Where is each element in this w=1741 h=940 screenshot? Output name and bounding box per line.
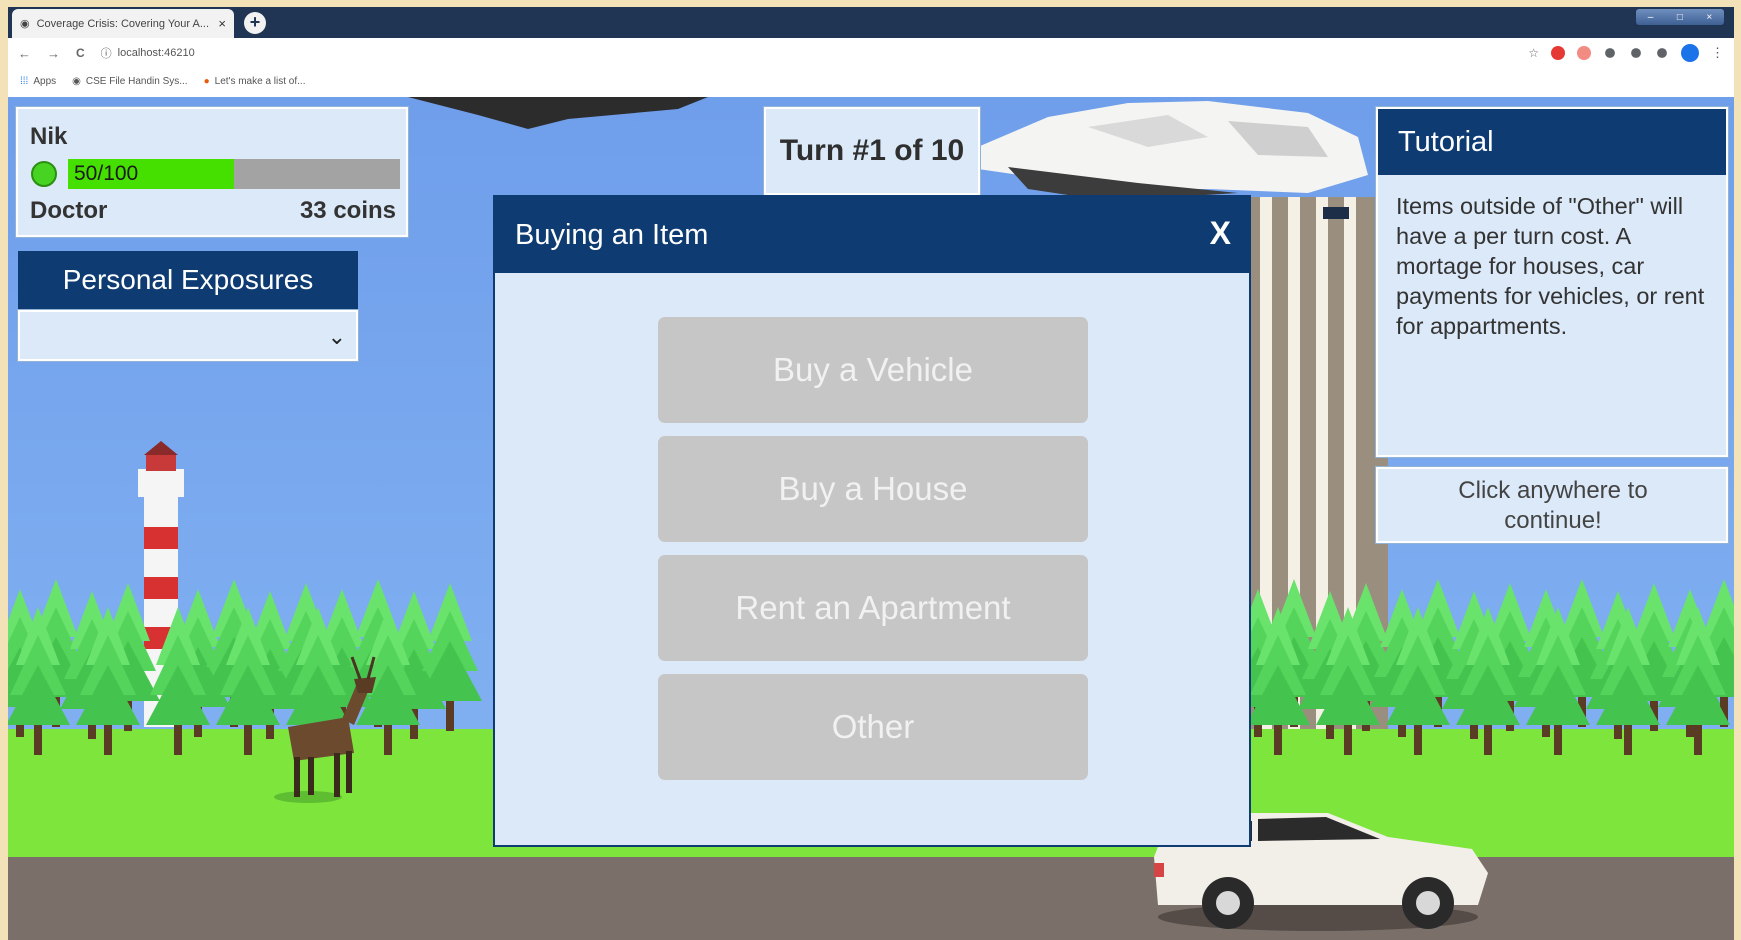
info-icon: ⓘ <box>100 48 112 60</box>
bookmark-label: Let's make a list of... <box>214 75 306 87</box>
window-close-button[interactable]: × <box>1706 12 1712 23</box>
browser-window: ◉ Coverage Crisis: Covering Your A... × … <box>8 7 1734 97</box>
address-bar[interactable]: ⓘ localhost:46210 <box>101 45 195 61</box>
rent-apartment-button[interactable]: Rent an Apartment <box>658 555 1088 661</box>
game-viewport[interactable]: Nik 50/100 Doctor 33 coins Personal Expo… <box>8 97 1734 940</box>
back-button[interactable]: ← <box>18 46 31 61</box>
bookmark-favicon-icon: ● <box>203 75 210 87</box>
buy-item-modal: Buying an Item X Buy a Vehicle Buy a Hou… <box>493 195 1251 847</box>
tutorial-panel: Tutorial Items outside of "Other" will h… <box>1376 107 1728 457</box>
buy-house-button[interactable]: Buy a House <box>658 436 1088 542</box>
bookmark-apps[interactable]: ⁞⁞⁞ Apps <box>20 76 56 87</box>
personal-exposures-dropdown[interactable]: Personal Exposures ⌄ <box>18 251 358 361</box>
turn-counter: Turn #1 of 10 <box>764 107 980 195</box>
bookmark-cse-handin[interactable]: ◉ CSE File Handin Sys... <box>72 76 187 87</box>
continue-prompt[interactable]: Click anywhere to continue! <box>1376 467 1728 543</box>
profession-label: Doctor <box>30 197 108 224</box>
tab-close-button[interactable]: × <box>218 16 226 31</box>
new-tab-button[interactable]: + <box>244 12 266 34</box>
minimize-button[interactable]: – <box>1648 12 1654 23</box>
star-icon[interactable]: ☆ <box>1528 46 1539 60</box>
extension-icon[interactable] <box>1551 46 1565 60</box>
bookmarks-bar: ⁞⁞⁞ Apps ◉ CSE File Handin Sys... ● Let'… <box>8 68 1734 94</box>
extension-icon[interactable] <box>1657 48 1667 58</box>
buy-vehicle-button[interactable]: Buy a Vehicle <box>658 317 1088 423</box>
coins-count: 33 coins <box>299 197 396 224</box>
tutorial-title: Tutorial <box>1378 109 1726 175</box>
continue-text: Click anywhere to continue! <box>1458 477 1648 534</box>
menu-button[interactable]: ⋮ <box>1711 45 1724 61</box>
chevron-down-icon[interactable]: ⌄ <box>328 324 346 350</box>
player-name: Nik <box>30 123 68 150</box>
bookmark-label: Apps <box>33 75 57 87</box>
other-button[interactable]: Other <box>658 674 1088 780</box>
tab-title: Coverage Crisis: Covering Your A... <box>36 17 210 30</box>
close-button[interactable]: X <box>1210 215 1231 252</box>
favicon-icon: ◉ <box>20 18 30 30</box>
extension-icon[interactable] <box>1577 46 1591 60</box>
reload-button[interactable]: C <box>76 46 85 60</box>
window-controls: – □ × <box>1636 9 1724 25</box>
player-card: Nik 50/100 Doctor 33 coins <box>16 107 408 237</box>
exposures-title: Personal Exposures <box>18 251 358 310</box>
exposures-select[interactable]: ⌄ <box>18 310 358 361</box>
modal-header: Buying an Item X <box>495 197 1249 273</box>
profile-avatar[interactable] <box>1681 44 1699 62</box>
address-row: ← → C ⓘ localhost:46210 <box>8 38 1734 68</box>
turn-text: Turn #1 of 10 <box>779 134 965 167</box>
health-bar: 50/100 <box>68 159 400 189</box>
tab-strip: ◉ Coverage Crisis: Covering Your A... × … <box>8 7 1734 38</box>
modal-title: Buying an Item <box>515 219 709 251</box>
tutorial-text: Items outside of "Other" will have a per… <box>1396 193 1705 339</box>
apps-grid-icon: ⁞⁞⁞ <box>20 75 29 87</box>
extension-toolbar: ☆ ⋮ <box>1528 44 1724 62</box>
extension-icon[interactable] <box>1631 48 1641 58</box>
browser-tab[interactable]: ◉ Coverage Crisis: Covering Your A... × <box>12 9 234 38</box>
health-indicator-icon <box>31 161 57 187</box>
maximize-button[interactable]: □ <box>1677 12 1683 23</box>
bookmark-label: CSE File Handin Sys... <box>85 75 188 87</box>
bookmark-list[interactable]: ● Let's make a list of... <box>204 76 306 87</box>
globe-icon: ◉ <box>72 75 81 87</box>
health-text: 50/100 <box>74 162 139 185</box>
extension-icon[interactable] <box>1605 48 1615 58</box>
forward-button[interactable]: → <box>47 46 60 61</box>
url-text: localhost:46210 <box>117 47 195 59</box>
